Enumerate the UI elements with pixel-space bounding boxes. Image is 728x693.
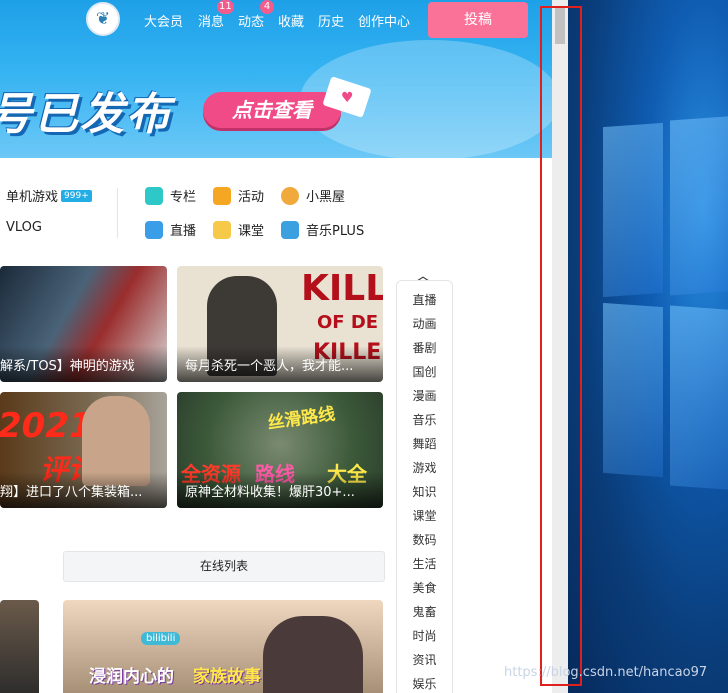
video-title: 解系/TOS】神明的游戏: [0, 359, 135, 374]
card-art-text: 丝滑路线: [266, 404, 337, 434]
sidebar-channel-item[interactable]: 娱乐: [397, 675, 452, 692]
card-art-figure: [263, 616, 363, 693]
banner-view-button[interactable]: 点击查看: [203, 92, 341, 128]
video-card[interactable]: bilibili 浸润内心的 家族故事: [63, 600, 383, 693]
sidebar-channel-item[interactable]: 番剧: [397, 339, 452, 356]
category-activity-label: 活动: [238, 190, 265, 205]
sidebar-channel-item[interactable]: 数码: [397, 531, 452, 548]
upload-button[interactable]: 投稿: [428, 2, 528, 38]
avatar[interactable]: ❦: [86, 2, 120, 36]
windows-logo-pane: [603, 302, 663, 478]
channel-sidebar: 直播动画番剧国创漫画音乐舞蹈游戏知识课堂数码生活美食鬼畜时尚资讯娱乐: [396, 280, 453, 693]
category-live[interactable]: 直播: [145, 220, 196, 239]
bilibili-page: 号已发布 点击查看 ♥ ❦ 大会员 消息 11 动态 4 收藏 历史 创作中心 …: [0, 0, 552, 693]
watermark: https://blog.csdn.net/hancao97: [504, 665, 708, 680]
sidebar-channel-item[interactable]: 漫画: [397, 387, 452, 404]
video-card[interactable]: 丝滑路线 全资源 路线 大全 原神全材料收集！爆肝30+...: [177, 392, 383, 508]
dynamics-count-badge: 4: [260, 0, 274, 14]
card-art-text: 家族故事: [193, 667, 261, 687]
card-art-text: KILL: [301, 268, 383, 309]
category-live-label: 直播: [170, 224, 197, 239]
sidebar-channel-item[interactable]: 舞蹈: [397, 435, 452, 452]
online-list-button[interactable]: 在线列表: [63, 551, 385, 582]
music-icon: [281, 220, 299, 239]
sidebar-channel-item[interactable]: 动画: [397, 315, 452, 332]
divider: [117, 188, 118, 238]
windows-logo-pane: [670, 305, 728, 491]
windows-logo-pane: [670, 115, 728, 296]
category-single-game[interactable]: 单机游戏 999+: [6, 186, 92, 205]
card-art-text: 浸润内心的: [89, 667, 174, 687]
windows-logo-pane: [603, 122, 663, 298]
category-course[interactable]: 课堂: [213, 220, 264, 239]
nav-messages-label: 消息: [198, 15, 225, 30]
scales-icon: [281, 186, 299, 205]
video-title: 原神全材料收集！爆肝30+...: [185, 485, 355, 500]
column-icon: [145, 186, 163, 205]
sidebar-channel-item[interactable]: 知识: [397, 483, 452, 500]
banner-title: 号已发布: [0, 89, 172, 140]
sidebar-channel-item[interactable]: 国创: [397, 363, 452, 380]
sidebar-channel-item[interactable]: 音乐: [397, 411, 452, 428]
video-title: 每月杀死一个恶人，我才能...: [185, 359, 354, 374]
video-card[interactable]: KILL OF DE KILLED 每月杀死一个恶人，我才能...: [177, 266, 383, 382]
card-art-text: 2021: [0, 406, 93, 446]
highlight-box: [540, 6, 582, 686]
video-card[interactable]: [0, 600, 39, 693]
sidebar-channel-item[interactable]: 课堂: [397, 507, 452, 524]
video-card[interactable]: 解系/TOS】神明的游戏: [0, 266, 167, 382]
sidebar-channel-item[interactable]: 直播: [397, 291, 452, 308]
windows-desktop-wallpaper: [568, 0, 728, 693]
flag-icon: [213, 186, 231, 205]
count-badge: 999+: [61, 189, 92, 202]
nav-favorites[interactable]: 收藏: [278, 11, 304, 30]
nav-history[interactable]: 历史: [318, 11, 344, 30]
messages-count-badge: 11: [217, 0, 234, 14]
category-music-plus[interactable]: 音乐PLUS: [281, 220, 364, 239]
nav-creator-center[interactable]: 创作中心: [358, 11, 410, 30]
category-music-plus-label: 音乐PLUS: [306, 224, 365, 239]
nav-vip[interactable]: 大会员: [144, 11, 183, 30]
logo-badge: bilibili: [141, 632, 181, 645]
video-card[interactable]: 2021 评论 翔】进口了八个集装箱...: [0, 392, 167, 508]
sidebar-channel-item[interactable]: 鬼畜: [397, 603, 452, 620]
card-art-text: OF DE: [317, 312, 379, 333]
category-blacklist[interactable]: 小黑屋: [281, 186, 345, 205]
category-activity[interactable]: 活动: [213, 186, 264, 205]
live-icon: [145, 220, 163, 239]
category-single-game-label: 单机游戏: [6, 190, 59, 205]
sidebar-channel-item[interactable]: 生活: [397, 555, 452, 572]
nav-dynamics-label: 动态: [238, 15, 265, 30]
heart-icon: ♥: [341, 90, 354, 106]
nav-messages[interactable]: 消息 11: [198, 0, 234, 30]
category-column[interactable]: 专栏: [145, 186, 196, 205]
category-vlog[interactable]: VLOG: [6, 220, 42, 235]
top-header: ❦ 大会员 消息 11 动态 4 收藏 历史 创作中心 投稿: [0, 0, 552, 40]
nav-dynamics[interactable]: 动态 4: [238, 0, 274, 30]
category-blacklist-label: 小黑屋: [306, 190, 346, 205]
sidebar-channel-item[interactable]: 游戏: [397, 459, 452, 476]
sidebar-channel-item[interactable]: 美食: [397, 579, 452, 596]
sidebar-channel-item[interactable]: 时尚: [397, 627, 452, 644]
course-icon: [213, 220, 231, 239]
category-column-label: 专栏: [170, 190, 197, 205]
video-title: 翔】进口了八个集装箱...: [0, 485, 143, 500]
sidebar-channel-item[interactable]: 资讯: [397, 651, 452, 668]
category-course-label: 课堂: [238, 224, 265, 239]
